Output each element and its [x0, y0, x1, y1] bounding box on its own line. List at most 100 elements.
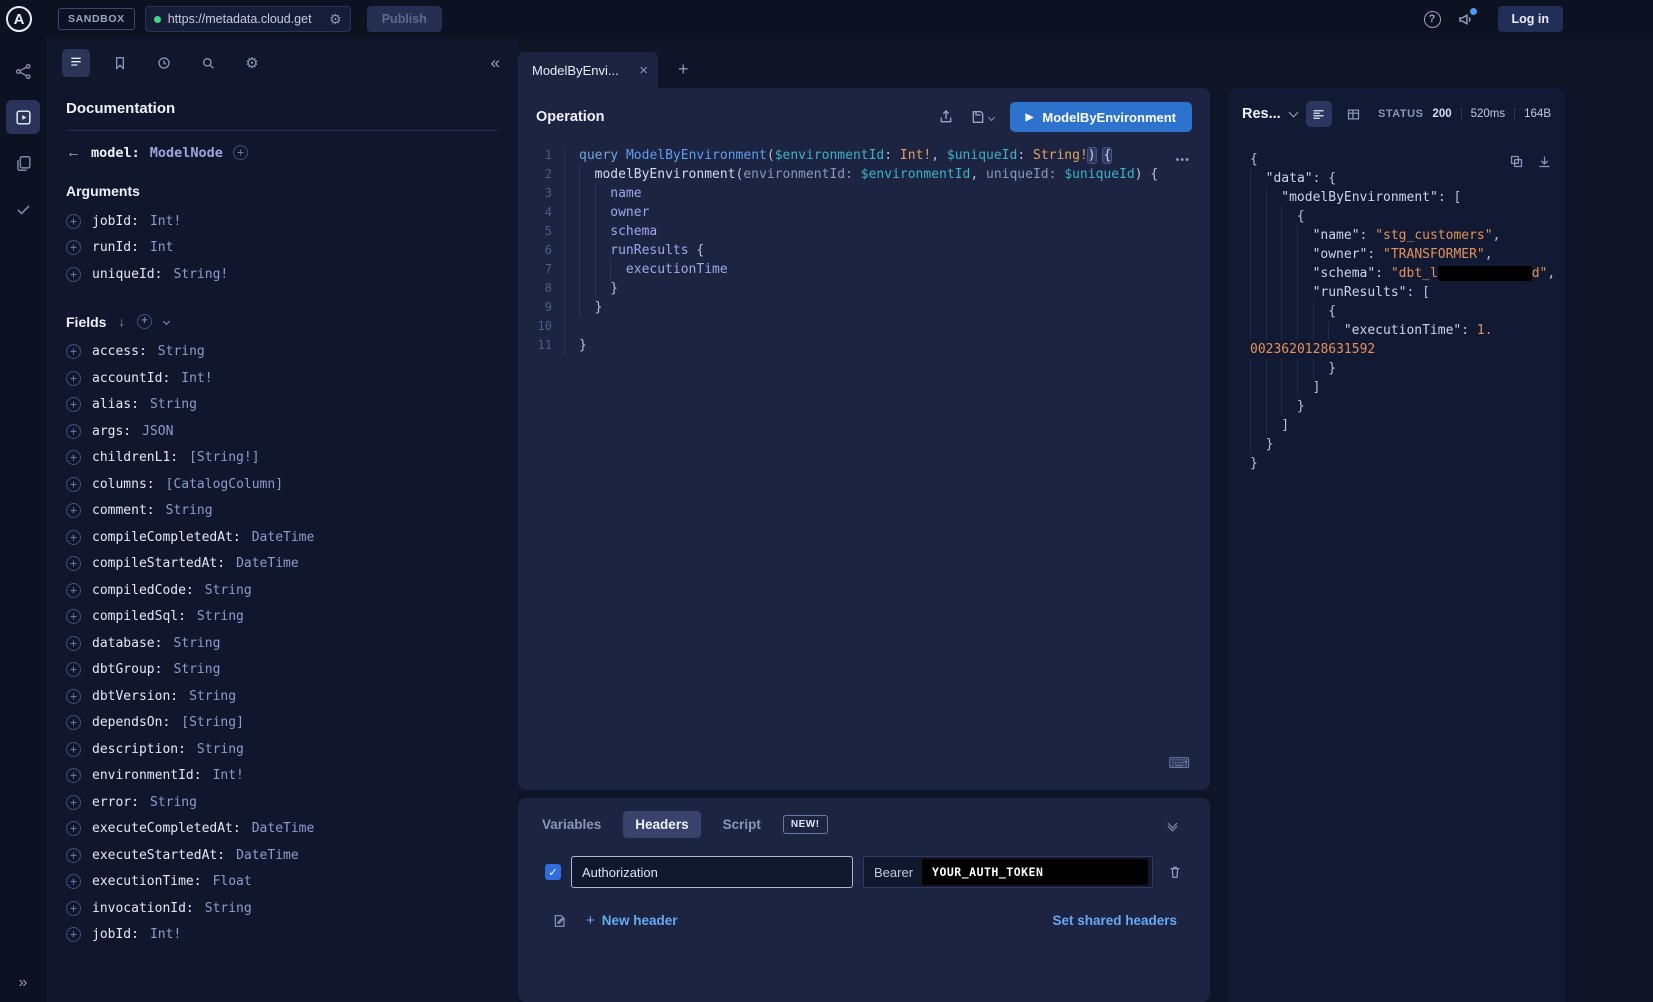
rail-graph-icon[interactable]	[6, 54, 40, 88]
add-to-query-icon[interactable]	[66, 927, 81, 942]
field-type[interactable]: JSON	[142, 424, 173, 439]
add-to-query-icon[interactable]	[66, 556, 81, 571]
type-name-link[interactable]: ModelNode	[150, 145, 223, 161]
field-item[interactable]: dbtGroup: String	[66, 657, 498, 684]
search-icon[interactable]	[194, 49, 222, 77]
add-to-query-icon[interactable]	[66, 267, 81, 282]
field-item[interactable]: args: JSON	[66, 418, 498, 445]
run-operation-button[interactable]: ModelByEnvironment	[1010, 102, 1192, 132]
add-to-query-icon[interactable]	[66, 901, 81, 916]
field-item[interactable]: executeCompletedAt: DateTime	[66, 816, 498, 843]
field-type[interactable]: Int!	[150, 927, 181, 942]
add-to-query-icon[interactable]	[66, 240, 81, 255]
download-response-icon[interactable]	[1537, 154, 1552, 169]
collapse-docs-icon[interactable]	[491, 53, 500, 73]
field-item[interactable]: description: String	[66, 736, 498, 763]
field-item[interactable]: compileCompletedAt: DateTime	[66, 524, 498, 551]
rail-explorer-icon[interactable]	[6, 100, 40, 134]
table-view-icon[interactable]	[1341, 101, 1367, 127]
field-type[interactable]: String	[189, 689, 236, 704]
argument-item[interactable]: jobId: Int!	[66, 208, 498, 235]
keyboard-shortcuts-icon[interactable]	[1168, 754, 1190, 772]
add-to-query-icon[interactable]	[66, 450, 81, 465]
add-to-query-icon[interactable]	[66, 689, 81, 704]
editor-menu-icon[interactable]	[1175, 154, 1190, 166]
field-type[interactable]: Int	[150, 240, 173, 255]
rail-checklist-icon[interactable]	[6, 192, 40, 226]
field-type[interactable]: [String]	[181, 715, 244, 730]
login-button[interactable]: Log in	[1498, 6, 1564, 32]
field-type[interactable]: String	[173, 662, 220, 677]
operation-tab[interactable]: ModelByEnvi...	[518, 52, 658, 88]
field-type[interactable]: DateTime	[236, 556, 299, 571]
document-edit-icon[interactable]	[552, 913, 568, 929]
field-item[interactable]: invocationId: String	[66, 895, 498, 922]
field-type[interactable]: Int!	[181, 371, 212, 386]
field-type[interactable]: [CatalogColumn]	[166, 477, 283, 492]
field-item[interactable]: compiledCode: String	[66, 577, 498, 604]
field-item[interactable]: childrenL1: [String!]	[66, 445, 498, 472]
formatted-view-icon[interactable]	[1306, 101, 1332, 127]
bookmark-icon[interactable]	[106, 49, 134, 77]
settings-icon[interactable]	[238, 49, 266, 77]
tab-variables[interactable]: Variables	[530, 811, 613, 838]
field-type[interactable]: String	[158, 344, 205, 359]
add-type-icon[interactable]	[233, 145, 248, 160]
add-to-query-icon[interactable]	[66, 636, 81, 651]
field-type[interactable]: DateTime	[236, 848, 299, 863]
tab-headers[interactable]: Headers	[623, 811, 700, 838]
field-item[interactable]: executeStartedAt: DateTime	[66, 842, 498, 869]
field-type[interactable]: String	[150, 397, 197, 412]
field-type[interactable]: Int!	[150, 214, 181, 229]
field-item[interactable]: environmentId: Int!	[66, 763, 498, 790]
field-item[interactable]: comment: String	[66, 498, 498, 525]
field-item[interactable]: accountId: Int!	[66, 365, 498, 392]
field-type[interactable]: String	[205, 583, 252, 598]
endpoint-url-input[interactable]: https://metadata.cloud.get	[145, 6, 351, 32]
endpoint-settings-icon[interactable]	[329, 12, 342, 26]
argument-item[interactable]: uniqueId: String!	[66, 261, 498, 288]
field-type[interactable]: DateTime	[252, 821, 315, 836]
field-type[interactable]: String	[197, 609, 244, 624]
delete-header-icon[interactable]	[1167, 864, 1183, 880]
header-enabled-checkbox[interactable]: ✓	[545, 864, 561, 880]
header-value-input[interactable]: BearerYOUR_AUTH_TOKEN	[863, 856, 1153, 888]
field-item[interactable]: executionTime: Float	[66, 869, 498, 896]
field-type[interactable]: String	[150, 795, 197, 810]
back-icon[interactable]	[66, 144, 81, 161]
field-item[interactable]: dependsOn: [String]	[66, 710, 498, 737]
add-to-query-icon[interactable]	[66, 609, 81, 624]
operation-editor[interactable]: 1query ModelByEnvironment($environmentId…	[518, 140, 1210, 790]
save-dropdown-icon[interactable]	[988, 113, 995, 120]
field-type[interactable]: DateTime	[252, 530, 315, 545]
share-icon[interactable]	[938, 109, 954, 125]
add-to-query-icon[interactable]	[66, 874, 81, 889]
add-to-query-icon[interactable]	[66, 397, 81, 412]
field-type[interactable]: [String!]	[189, 450, 259, 465]
add-to-query-icon[interactable]	[66, 583, 81, 598]
add-to-query-icon[interactable]	[66, 795, 81, 810]
field-item[interactable]: columns: [CatalogColumn]	[66, 471, 498, 498]
field-item[interactable]: alias: String	[66, 392, 498, 419]
new-header-button[interactable]: New header	[586, 912, 678, 929]
response-title[interactable]: Res...	[1242, 106, 1281, 122]
response-json[interactable]: { "data": { "modelByEnvironment": [ { "n…	[1228, 136, 1565, 1002]
field-item[interactable]: compiledSql: String	[66, 604, 498, 631]
field-type[interactable]: String	[197, 742, 244, 757]
copy-response-icon[interactable]	[1509, 154, 1524, 169]
add-to-query-icon[interactable]	[66, 821, 81, 836]
field-item[interactable]: database: String	[66, 630, 498, 657]
field-item[interactable]: dbtVersion: String	[66, 683, 498, 710]
argument-item[interactable]: runId: Int	[66, 235, 498, 262]
add-to-query-icon[interactable]	[66, 715, 81, 730]
expand-panel-icon[interactable]	[0, 974, 46, 992]
add-to-query-icon[interactable]	[66, 662, 81, 677]
close-tab-icon[interactable]	[639, 62, 648, 79]
add-to-query-icon[interactable]	[66, 742, 81, 757]
add-to-query-icon[interactable]	[66, 214, 81, 229]
rail-operations-icon[interactable]	[6, 146, 40, 180]
set-shared-headers-link[interactable]: Set shared headers	[1052, 913, 1177, 928]
field-item[interactable]: access: String	[66, 339, 498, 366]
new-tab-icon[interactable]	[678, 59, 689, 80]
field-type[interactable]: Float	[213, 874, 252, 889]
